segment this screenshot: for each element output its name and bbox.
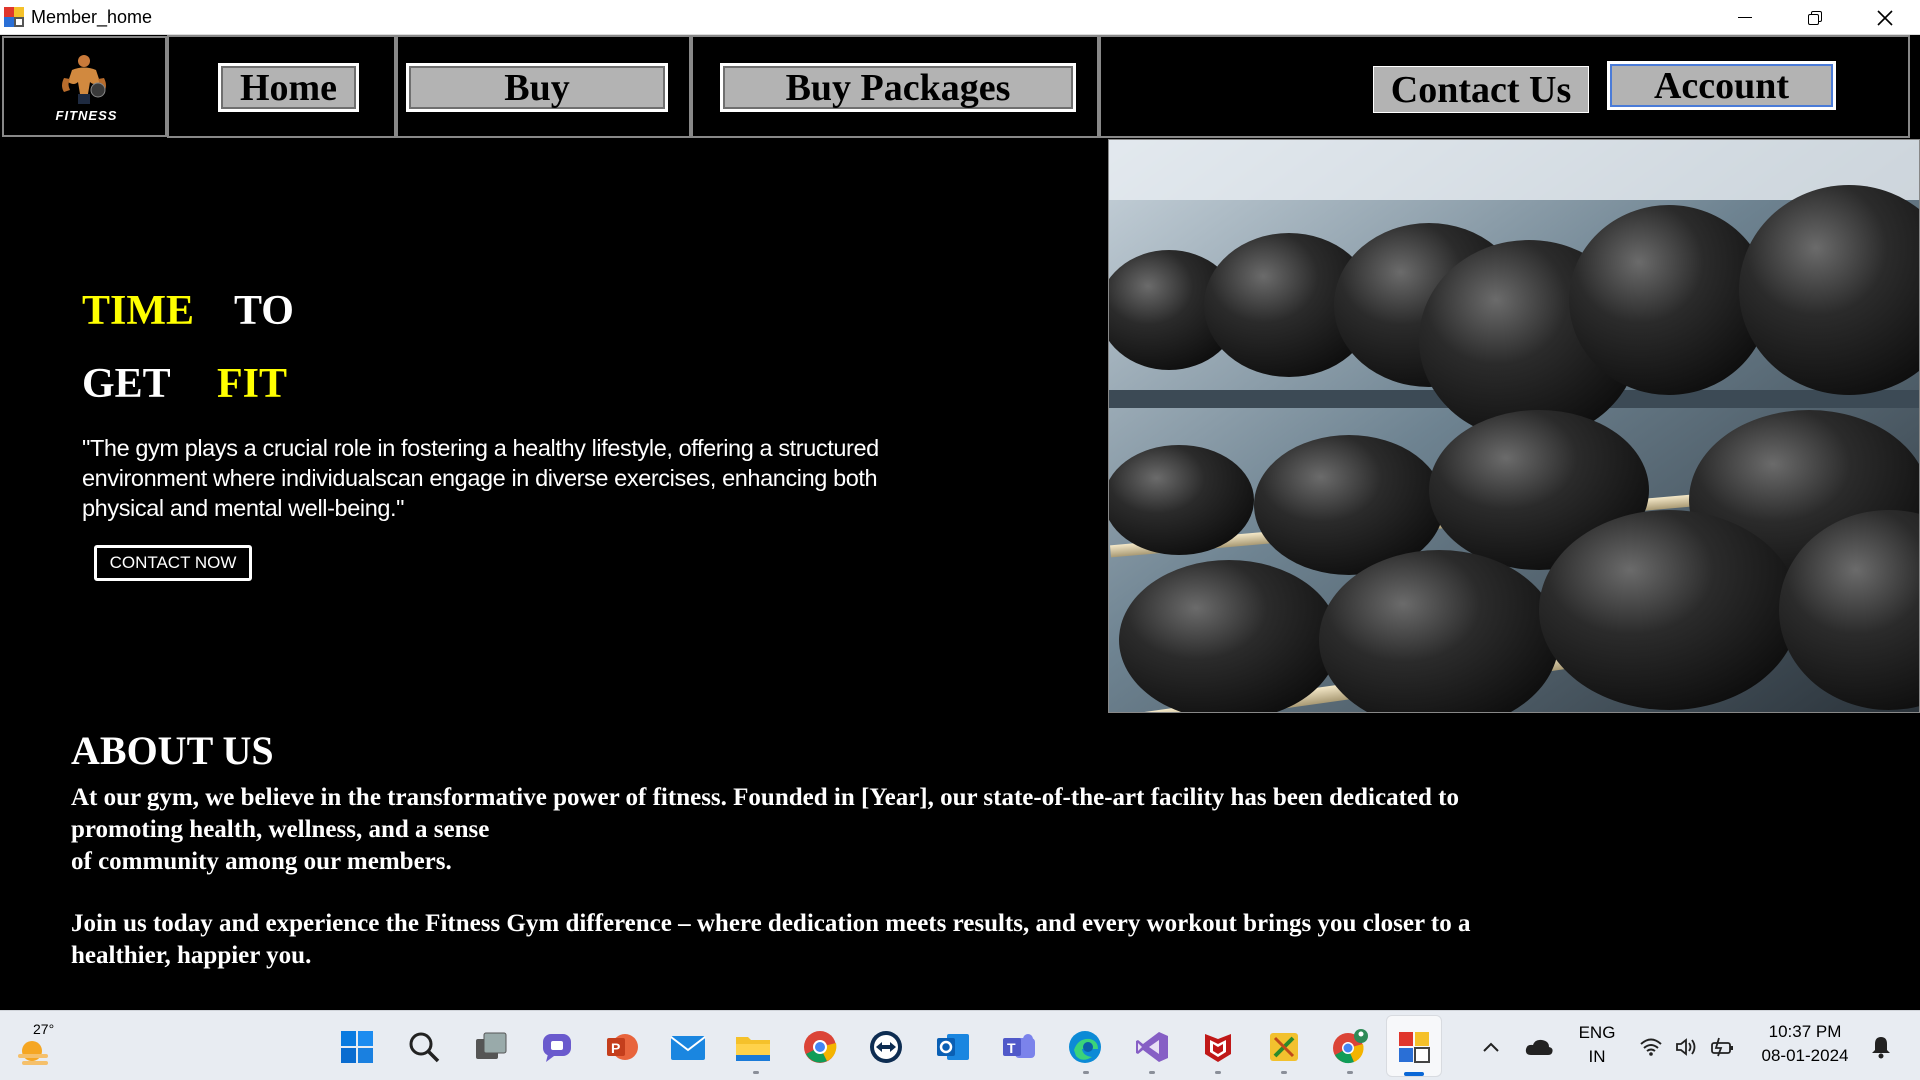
- winforms-app-icon[interactable]: [1395, 1028, 1433, 1066]
- hero-word-fit: FIT: [217, 361, 288, 407]
- running-indicator: [1215, 1071, 1221, 1074]
- hero-word-time: TIME: [82, 288, 195, 334]
- account-button[interactable]: Account: [1607, 61, 1836, 110]
- hero-quote: "The gym plays a crucial role in fosteri…: [82, 435, 879, 521]
- teams-icon[interactable]: T: [1000, 1028, 1038, 1066]
- tools-app-icon[interactable]: [1265, 1028, 1303, 1066]
- about-paragraph-2: Join us today and experience the Fitness…: [71, 910, 1471, 969]
- close-icon: [1877, 9, 1893, 26]
- cloud-icon[interactable]: [1520, 1028, 1558, 1066]
- buy-button[interactable]: Buy: [406, 63, 668, 112]
- volume-icon[interactable]: [1668, 1028, 1706, 1066]
- svg-text:P: P: [611, 1040, 620, 1056]
- dumbbell-photo: [1109, 140, 1919, 712]
- temperature-text: 27°: [33, 1021, 55, 1037]
- mcafee-icon[interactable]: [1199, 1028, 1237, 1066]
- mail-icon[interactable]: [669, 1028, 707, 1066]
- app-icon: [4, 7, 24, 27]
- file-explorer-icon[interactable]: [734, 1028, 772, 1066]
- clock-time[interactable]: 10:37 PM: [1750, 1022, 1860, 1042]
- hero-word-get: GET: [82, 361, 171, 407]
- active-app-indicator: [1404, 1072, 1424, 1076]
- chrome-profile-icon[interactable]: [1331, 1028, 1369, 1066]
- hero-word-to: TO: [234, 288, 294, 334]
- dumbbell-rack-image: [1108, 139, 1920, 713]
- taskbar: 27° P T ENG IN 10:37 PM 08-01-2024: [0, 1010, 1920, 1080]
- wifi-icon[interactable]: [1632, 1028, 1670, 1066]
- chrome-icon[interactable]: [801, 1028, 839, 1066]
- buy-packages-button[interactable]: Buy Packages: [720, 63, 1076, 112]
- search-icon[interactable]: [405, 1028, 443, 1066]
- teamviewer-icon[interactable]: [867, 1028, 905, 1066]
- region-text[interactable]: IN: [1577, 1047, 1617, 1067]
- running-indicator: [1281, 1071, 1287, 1074]
- running-indicator: [1149, 1071, 1155, 1074]
- chat-icon[interactable]: [538, 1028, 576, 1066]
- running-indicator: [1347, 1071, 1353, 1074]
- about-paragraph-1: At our gym, we believe in the transforma…: [71, 784, 1460, 875]
- minimize-icon: [1738, 17, 1752, 18]
- home-button[interactable]: Home: [218, 63, 359, 112]
- contact-us-button[interactable]: Contact Us: [1373, 66, 1589, 113]
- minimize-button[interactable]: [1710, 0, 1780, 35]
- close-button[interactable]: [1850, 0, 1920, 35]
- task-view-icon[interactable]: [472, 1028, 510, 1066]
- powerpoint-icon[interactable]: P: [603, 1028, 641, 1066]
- battery-plug-icon[interactable]: [1704, 1028, 1742, 1066]
- language-text[interactable]: ENG: [1577, 1023, 1617, 1043]
- restore-icon: [1808, 10, 1822, 25]
- svg-text:T: T: [1007, 1040, 1016, 1056]
- contact-now-button[interactable]: CONTACT NOW: [94, 545, 252, 581]
- chevron-up-icon[interactable]: [1472, 1028, 1510, 1066]
- clock-date[interactable]: 08-01-2024: [1750, 1046, 1860, 1066]
- bodybuilder-logo-icon: [62, 55, 106, 104]
- window-title: Member_home: [31, 7, 153, 27]
- outlook-icon[interactable]: [934, 1028, 972, 1066]
- visual-studio-icon[interactable]: [1133, 1028, 1171, 1066]
- fitness-logo: FITNESS: [2, 36, 167, 137]
- notification-bell-icon[interactable]: [1862, 1028, 1900, 1066]
- about-us-title: ABOUT US: [71, 728, 274, 773]
- running-indicator: [753, 1071, 759, 1074]
- logo-text: FITNESS: [55, 108, 118, 123]
- running-indicator: [1083, 1071, 1089, 1074]
- edge-icon[interactable]: [1066, 1028, 1104, 1066]
- title-bar: Member_home: [0, 0, 1920, 35]
- start-icon[interactable]: [338, 1028, 376, 1066]
- restore-button[interactable]: [1780, 0, 1850, 35]
